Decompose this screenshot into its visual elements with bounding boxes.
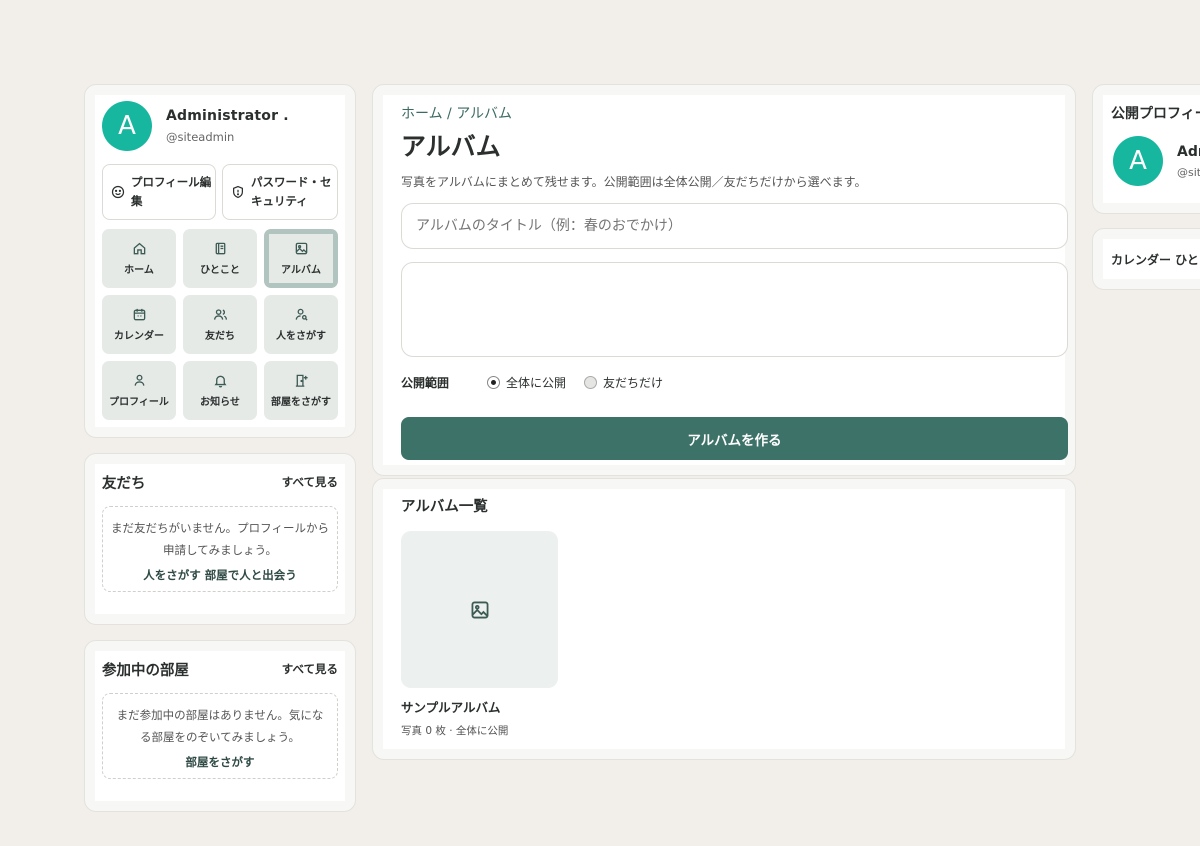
nav-tile-notifications[interactable]: お知らせ	[183, 361, 257, 420]
radio-friends-label: 友だちだけ	[603, 375, 664, 390]
nav-tile-label: お知らせ	[200, 397, 240, 408]
right-column: 公開プロフィール A Administrator . @siteadmin カレ…	[1092, 0, 1200, 846]
user-search-icon	[295, 308, 308, 321]
profile-card: A Administrator . @siteadmin プロフィール編集 パス…	[84, 84, 356, 438]
public-profile-title: 公開プロフィール	[1111, 106, 1200, 122]
find-rooms-link[interactable]: 部屋をさがす	[186, 755, 255, 769]
nav-tile-profile[interactable]: プロフィール	[102, 361, 176, 420]
edit-profile-button[interactable]: プロフィール編集	[102, 164, 216, 220]
radio-friends-dot[interactable]	[584, 375, 598, 389]
radio-friends[interactable]: 友だちだけ	[584, 374, 663, 391]
rooms-empty-text: まだ参加中の部屋はありません。気になる部屋をのぞいてみましょう。	[116, 708, 324, 744]
friends-card: 友だち すべて見る まだ友だちがいません。プロフィールから申請してみましょう。 …	[84, 453, 356, 625]
album-list-card: アルバム一覧 サンプルアルバム 写真 0 枚 · 全体に公開	[372, 478, 1076, 760]
rooms-title: 参加中の部屋	[102, 662, 189, 679]
page-title: アルバム	[401, 132, 501, 161]
visibility-label: 公開範囲	[401, 375, 450, 390]
users-icon	[213, 309, 227, 320]
password-security-label: パスワード・セキュリティ	[251, 175, 332, 208]
nav-tile-album[interactable]: アルバム	[264, 229, 338, 288]
nav-tile-label: カレンダー	[114, 331, 164, 342]
nav-tile-calendar[interactable]: カレンダー	[102, 295, 176, 354]
nav-tile-label: 人をさがす	[276, 331, 326, 342]
door-icon	[295, 374, 308, 387]
visibility-selector: 公開範囲 全体に公開 友だちだけ	[401, 372, 681, 392]
nav-tile-label: 友だち	[205, 331, 235, 342]
album-list-title: アルバム一覧	[401, 499, 488, 515]
rooms-see-all-link[interactable]: すべて見る	[282, 661, 338, 677]
edit-profile-label: プロフィール編集	[131, 175, 212, 208]
user-icon	[134, 374, 144, 386]
nav-tile-home[interactable]: ホーム	[102, 229, 176, 288]
album-form-card: ホーム / アルバム アルバム 写真をアルバムにまとめて残せます。公開範囲は全体…	[372, 84, 1076, 476]
rooms-empty-state: まだ参加中の部屋はありません。気になる部屋をのぞいてみましょう。 部屋をさがす	[102, 693, 338, 779]
album-description-textarea[interactable]	[401, 262, 1068, 357]
calendar-card: カレンダー ひとこと	[1092, 228, 1200, 290]
image-icon	[295, 242, 307, 255]
album-title-input[interactable]	[401, 203, 1068, 249]
calendar-icon	[133, 308, 145, 321]
friends-see-all-link[interactable]: すべて見る	[282, 474, 338, 490]
nav-tile-label: 部屋をさがす	[271, 397, 331, 408]
nav-tile-label: アルバム	[281, 265, 321, 276]
rooms-card: 参加中の部屋 すべて見る まだ参加中の部屋はありません。気になる部屋をのぞいてみ…	[84, 640, 356, 812]
radio-public-dot[interactable]	[487, 375, 500, 389]
public-profile-card: 公開プロフィール A Administrator . @siteadmin	[1092, 84, 1200, 214]
nav-tile-hitokoto[interactable]: ひとこと	[183, 229, 257, 288]
album-meta: 写真 0 枚 · 全体に公開	[401, 725, 509, 737]
friends-title: 友だち	[102, 475, 146, 492]
image-icon	[471, 601, 488, 618]
find-people-link[interactable]: 人をさがす	[143, 568, 201, 582]
create-album-button[interactable]: アルバムを作る	[401, 417, 1068, 460]
shield-icon	[233, 185, 243, 199]
nav-tile-find-rooms[interactable]: 部屋をさがす	[264, 361, 338, 420]
page-description: 写真をアルバムにまとめて残せます。公開範囲は全体公開／友だちだけから選べます。	[401, 175, 867, 189]
profile-header: A Administrator . @siteadmin	[95, 95, 345, 157]
nav-tile-label: ホーム	[124, 265, 154, 276]
password-security-button[interactable]: パスワード・セキュリティ	[222, 164, 338, 220]
album-thumbnail[interactable]	[401, 531, 558, 688]
friends-empty-text: まだ友だちがいません。プロフィールから申請してみましょう。	[111, 521, 329, 557]
nav-tile-label: ひとこと	[200, 265, 240, 276]
profile-name: Administrator .	[166, 108, 289, 124]
smile-icon	[111, 185, 125, 199]
calendar-card-text[interactable]: カレンダー ひとこと	[1103, 239, 1200, 268]
radio-public[interactable]: 全体に公開	[487, 374, 566, 391]
album-name[interactable]: サンプルアルバム	[401, 697, 501, 716]
home-icon	[133, 242, 145, 255]
profile-handle: @siteadmin	[166, 130, 235, 144]
nav-tile-friends[interactable]: 友だち	[183, 295, 257, 354]
breadcrumb[interactable]: ホーム / アルバム	[383, 95, 1065, 123]
bell-icon	[213, 375, 227, 388]
friends-empty-state: まだ友だちがいません。プロフィールから申請してみましょう。 人をさがす 部屋で人…	[102, 506, 338, 592]
avatar[interactable]: A	[102, 101, 152, 151]
nav-tile-find-people[interactable]: 人をさがす	[264, 295, 338, 354]
page: A Administrator . @siteadmin プロフィール編集 パス…	[0, 0, 1200, 846]
public-profile-name: Administrator .	[1177, 143, 1200, 160]
notebook-icon	[215, 242, 225, 255]
public-profile-handle: @siteadmin	[1177, 165, 1200, 179]
meet-in-rooms-link[interactable]: 部屋で人と出会う	[205, 568, 297, 582]
avatar[interactable]: A	[1113, 136, 1163, 186]
radio-public-label: 全体に公開	[506, 375, 567, 390]
nav-tile-label: プロフィール	[109, 397, 169, 408]
nav-tiles: ホーム ひとこと アルバム カレンダー 友だち 人をさがす プロフィール お知ら…	[95, 220, 345, 420]
